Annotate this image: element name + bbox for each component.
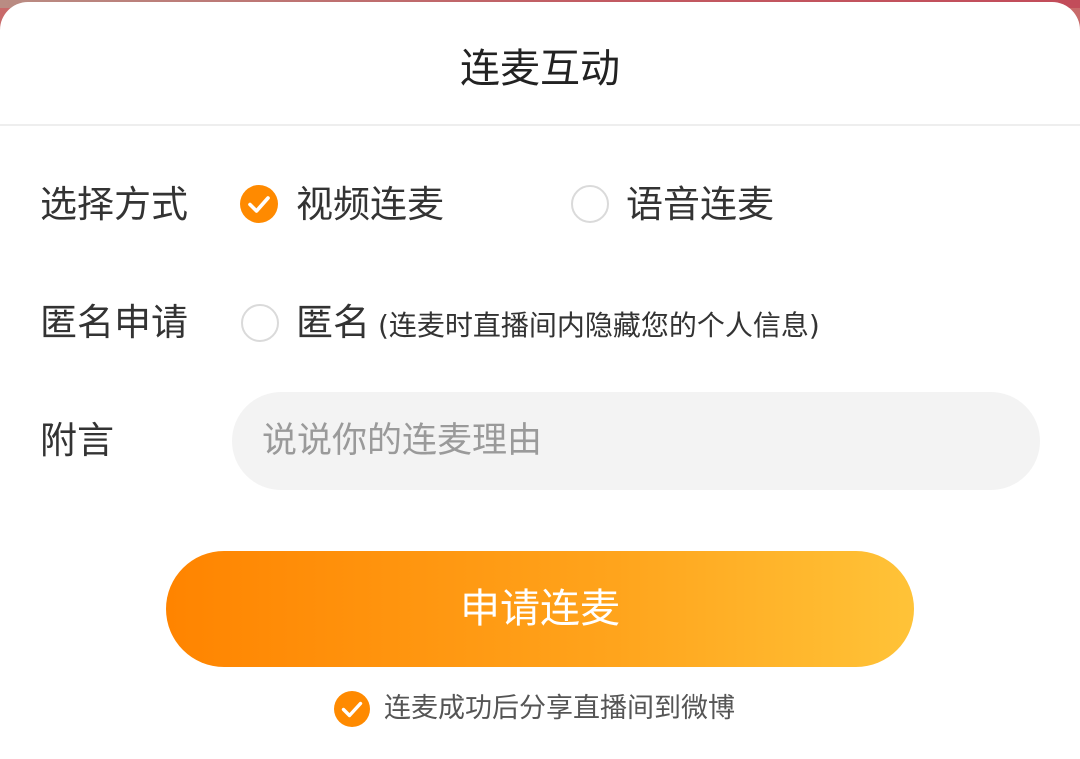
- method-option-video-label[interactable]: 视频连麦: [296, 180, 444, 230]
- check-circle-icon[interactable]: [334, 691, 370, 727]
- message-input[interactable]: [232, 392, 1040, 490]
- empty-circle-icon[interactable]: [241, 304, 279, 342]
- share-to-weibo-label[interactable]: 连麦成功后分享直播间到微博: [384, 690, 735, 728]
- message-label: 附言: [40, 419, 114, 462]
- check-circle-icon[interactable]: [240, 185, 278, 223]
- method-option-audio-label[interactable]: 语音连麦: [626, 180, 774, 230]
- apply-link-mic-button[interactable]: 申请连麦: [166, 551, 914, 667]
- anonymous-option-label[interactable]: 匿名: [296, 298, 370, 348]
- anonymous-hint: (连麦时直播间内隐藏您的个人信息): [378, 309, 820, 342]
- anonymous-label: 匿名申请: [40, 301, 188, 344]
- title-divider: [0, 124, 1080, 126]
- method-label: 选择方式: [40, 183, 188, 226]
- sheet-title: 连麦互动: [460, 46, 620, 92]
- link-mic-sheet: 连麦互动 选择方式 视频连麦 语音连麦 匿名申请 匿名 (连麦时直播间内隐藏您的…: [0, 2, 1080, 759]
- empty-circle-icon[interactable]: [571, 185, 609, 223]
